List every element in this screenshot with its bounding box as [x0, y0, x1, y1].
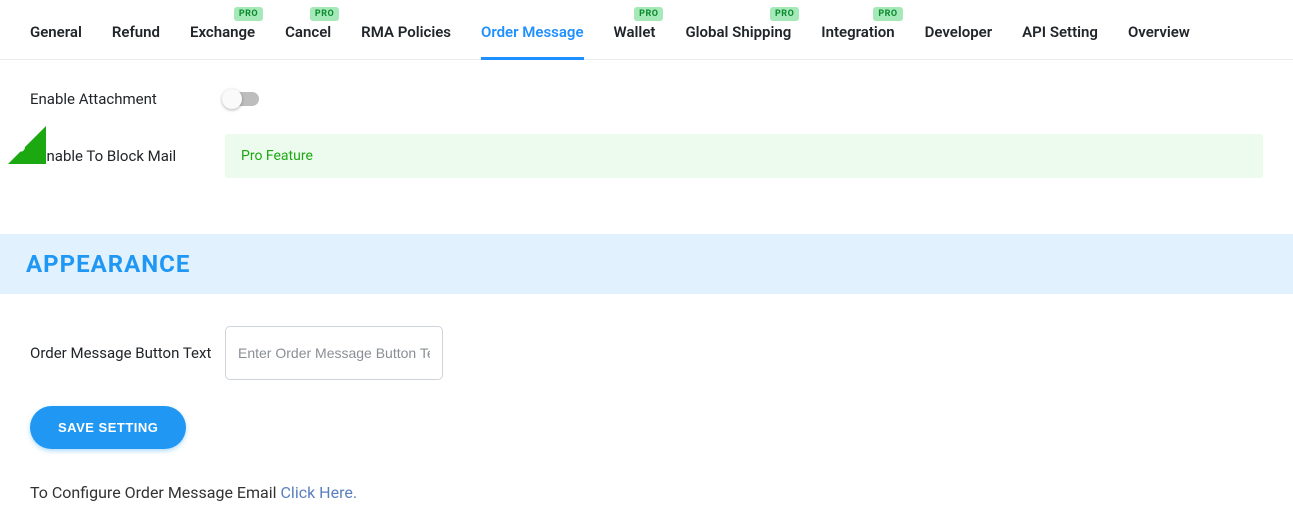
- tab-rma-policies[interactable]: RMA Policies: [361, 3, 451, 59]
- enable-block-mail-control: Pro Feature: [225, 134, 1263, 178]
- order-message-button-text-input[interactable]: [225, 326, 443, 380]
- pro-corner-icon: [8, 126, 46, 164]
- tab-label: Refund: [112, 23, 160, 41]
- tab-label: Wallet: [614, 23, 656, 41]
- settings-tabs: GeneralRefundExchangePROCancelPRORMA Pol…: [0, 0, 1293, 60]
- tab-developer[interactable]: Developer: [925, 3, 993, 59]
- pro-badge-icon: PRO: [873, 7, 902, 21]
- tab-label: Exchange: [190, 23, 255, 41]
- tab-api-setting[interactable]: API Setting: [1022, 3, 1098, 59]
- tab-exchange[interactable]: ExchangePRO: [190, 3, 255, 59]
- tab-refund[interactable]: Refund: [112, 3, 160, 59]
- pro-badge-icon: PRO: [634, 7, 663, 21]
- toggle-knob: [222, 89, 242, 109]
- tab-cancel[interactable]: CancelPRO: [285, 3, 331, 59]
- footer-text: To Configure Order Message Email Click H…: [30, 483, 1263, 502]
- tab-label: Overview: [1128, 23, 1190, 41]
- tab-overview[interactable]: Overview: [1128, 3, 1190, 59]
- footer-link[interactable]: Click Here.: [281, 483, 358, 502]
- enable-block-mail-label: Enable To Block Mail: [30, 147, 225, 165]
- tab-label: Cancel: [285, 23, 331, 41]
- tab-label: Global Shipping: [685, 23, 791, 41]
- tab-label: RMA Policies: [361, 23, 451, 41]
- appearance-content: Order Message Button Text SAVE SETTING T…: [0, 322, 1293, 522]
- tab-wallet[interactable]: WalletPRO: [614, 3, 656, 59]
- tab-label: General: [30, 23, 82, 41]
- tab-order-message[interactable]: Order Message: [481, 3, 584, 59]
- tab-label: Integration: [821, 23, 894, 41]
- section-header-appearance: APPEARANCE: [0, 234, 1293, 294]
- tab-integration[interactable]: IntegrationPRO: [821, 3, 894, 59]
- save-setting-button[interactable]: SAVE SETTING: [30, 406, 186, 449]
- pro-badge-icon: PRO: [770, 7, 799, 21]
- pro-badge-icon: PRO: [310, 7, 339, 21]
- pro-badge-icon: PRO: [234, 7, 263, 21]
- settings-content: Enable Attachment PRO Enable To Block Ma…: [0, 60, 1293, 214]
- pro-feature-banner: Pro Feature: [225, 134, 1263, 178]
- row-order-message-button-text: Order Message Button Text: [30, 326, 1263, 380]
- enable-attachment-control: [225, 92, 1263, 106]
- tab-label: Developer: [925, 23, 993, 41]
- order-message-button-text-control: [225, 326, 1263, 380]
- tab-general[interactable]: General: [30, 3, 82, 59]
- tab-global-shipping[interactable]: Global ShippingPRO: [685, 3, 791, 59]
- enable-attachment-label: Enable Attachment: [30, 90, 225, 108]
- tab-label: Order Message: [481, 23, 584, 41]
- footer-prefix: To Configure Order Message Email: [30, 483, 281, 502]
- order-message-button-text-label: Order Message Button Text: [30, 342, 225, 365]
- row-enable-attachment: Enable Attachment: [30, 90, 1263, 108]
- enable-attachment-toggle[interactable]: [225, 92, 259, 106]
- tab-label: API Setting: [1022, 23, 1098, 41]
- row-enable-block-mail: PRO Enable To Block Mail Pro Feature: [30, 134, 1263, 178]
